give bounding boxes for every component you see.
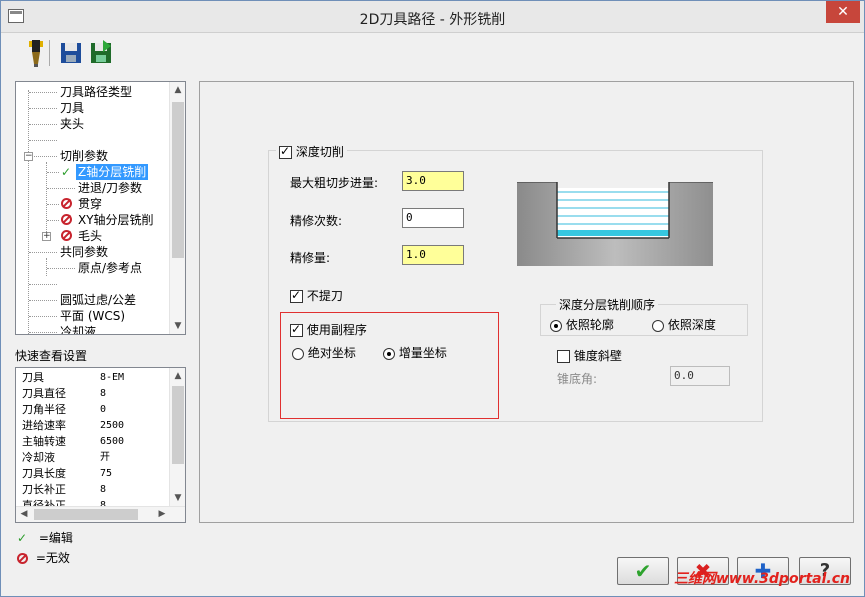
by-contour-row[interactable]: 依照轮廓 <box>550 316 614 333</box>
incremental-coord-row[interactable]: 增量坐标 <box>383 344 447 361</box>
qv-row: 刀具长度 75 <box>22 467 113 480</box>
incremental-coord-radio[interactable] <box>383 347 395 360</box>
scroll-down-icon[interactable]: ▼ <box>170 318 185 334</box>
scroll-up-icon[interactable]: ▲ <box>170 82 185 98</box>
no-lift-label: 不提刀 <box>306 289 343 303</box>
by-contour-label: 依照轮廓 <box>565 318 614 332</box>
save-icon[interactable] <box>59 38 83 68</box>
scroll-thumb[interactable] <box>172 386 184 464</box>
taper-angle-label: 锥底角: <box>557 372 598 386</box>
incremental-coord-label: 增量坐标 <box>398 346 447 360</box>
taper-label: 锥度斜壁 <box>573 349 622 363</box>
tree-item-holder[interactable]: 夹头 <box>60 116 84 132</box>
tree-item-coolant[interactable]: 冷却液 <box>60 324 96 334</box>
depth-cut-checkbox[interactable] <box>279 145 292 159</box>
quick-view-title: 快速查看设置 <box>15 349 88 363</box>
scroll-thumb[interactable] <box>172 102 184 258</box>
toolbar <box>1 34 864 74</box>
tree-item-common-params[interactable]: 共同参数 <box>60 244 108 260</box>
disabled-icon <box>61 198 72 209</box>
cut-order-title: 深度分层铣削顺序 <box>556 296 659 313</box>
title-bar: 2D刀具路径 - 外形铣削 ✕ <box>1 1 864 33</box>
qv-row: 刀长补正 8 <box>22 483 107 496</box>
window-title: 2D刀具路径 - 外形铣削 <box>359 12 506 28</box>
by-contour-radio[interactable] <box>550 319 562 332</box>
tree-item-home-ref[interactable]: 原点/参考点 <box>78 260 142 276</box>
taper-row[interactable]: 锥度斜壁 <box>557 347 622 364</box>
tree-scrollbar[interactable]: ▲ ▼ <box>169 82 185 334</box>
parameter-tree[interactable]: 刀具路径类型 刀具 夹头 − 切削参数 ✓ Z轴分层铣削 进退/刀参数 贯穿 X… <box>15 81 186 335</box>
subprogram-label: 使用副程序 <box>306 323 367 337</box>
tree-item-lead-in-out[interactable]: 进退/刀参数 <box>78 180 142 196</box>
qv-hscrollbar[interactable]: ◀ ▶ <box>16 506 185 522</box>
tree-item-arc-filter[interactable]: 圆弧过虑/公差 <box>60 292 136 308</box>
ok-button[interactable]: ✔ <box>617 557 669 585</box>
save-all-icon[interactable] <box>89 38 113 68</box>
qv-vscrollbar[interactable]: ▲ ▼ <box>169 368 185 506</box>
tree-item-z-depth-cut[interactable]: Z轴分层铣削 <box>76 164 149 180</box>
main-panel: 深度切削 最大粗切步进量: 3.0 精修次数: 0 精修量: 1.0 不提刀 使… <box>199 81 854 523</box>
tree-item-cut-params[interactable]: 切削参数 <box>60 148 108 164</box>
taper-angle-input[interactable]: 0.0 <box>670 366 730 386</box>
max-rough-label: 最大粗切步进量: <box>290 176 379 190</box>
taper-checkbox[interactable] <box>557 350 570 363</box>
qv-row: 刀角半径 0 <box>22 403 107 416</box>
scroll-left-icon[interactable]: ◀ <box>16 507 32 522</box>
legend-edit: ✓ =编辑 <box>17 531 73 545</box>
no-lift-checkbox[interactable] <box>290 289 303 303</box>
qv-row: 冷却液开 <box>22 451 110 464</box>
tree-item-xy-cut[interactable]: XY轴分层铣削 <box>78 212 154 228</box>
absolute-coord-radio[interactable] <box>292 347 304 360</box>
check-icon: ✓ <box>61 165 72 179</box>
scroll-right-icon[interactable]: ▶ <box>154 507 170 522</box>
no-lift-row[interactable]: 不提刀 <box>290 287 343 304</box>
max-rough-input[interactable]: 3.0 <box>402 171 464 191</box>
finish-amount-input[interactable]: 1.0 <box>402 245 464 265</box>
legend-disabled: =无效 <box>17 549 70 567</box>
disabled-icon <box>61 230 72 241</box>
close-button[interactable]: ✕ <box>826 1 860 23</box>
tree-item-tabs[interactable]: 毛头 <box>78 228 102 244</box>
absolute-coord-row[interactable]: 绝对坐标 <box>292 344 356 361</box>
subprogram-checkbox[interactable] <box>290 323 303 337</box>
finish-count-input[interactable]: 0 <box>402 208 464 228</box>
qv-row: 主轴转速 6500 <box>22 435 125 448</box>
absolute-coord-label: 绝对坐标 <box>307 346 356 360</box>
tree-item-toolpath-type[interactable]: 刀具路径类型 <box>60 84 132 100</box>
qv-row: 刀具 8-EM <box>22 371 125 384</box>
scroll-down-icon[interactable]: ▼ <box>170 490 185 506</box>
subprogram-row[interactable]: 使用副程序 <box>290 321 367 338</box>
watermark-text: 三维网www.3dportal.cn <box>673 571 850 587</box>
expand-tabs-icon[interactable]: + <box>42 232 51 241</box>
dialog-window: 2D刀具路径 - 外形铣削 ✕ 刀具路径类型 刀具 夹头 − 切削参数 ✓ Z轴… <box>0 0 865 597</box>
check-icon: ✓ <box>17 531 28 545</box>
by-depth-row[interactable]: 依照深度 <box>652 316 716 333</box>
depth-cut-label: 深度切削 <box>295 145 344 159</box>
tool-icon[interactable] <box>23 38 47 68</box>
depth-preview-image <box>517 181 713 266</box>
finish-amount-label: 精修量: <box>290 251 331 265</box>
by-depth-label: 依照深度 <box>667 318 716 332</box>
depth-cut-checkbox-row[interactable]: 深度切削 <box>276 143 347 160</box>
collapse-cut-params-icon[interactable]: − <box>24 152 33 161</box>
finish-count-label: 精修次数: <box>290 214 343 228</box>
disabled-icon <box>17 553 28 564</box>
disabled-icon <box>61 214 72 225</box>
qv-row: 进给速率 2500 <box>22 419 125 432</box>
qv-row: 刀具直径 8 <box>22 387 107 400</box>
toolbar-separator <box>49 40 50 66</box>
scroll-thumb[interactable] <box>34 509 138 520</box>
scroll-up-icon[interactable]: ▲ <box>170 368 185 384</box>
by-depth-radio[interactable] <box>652 319 664 332</box>
tree-item-plane[interactable]: 平面 (WCS) <box>60 308 125 324</box>
tree-item-break-through[interactable]: 贯穿 <box>78 196 102 212</box>
tree-item-tool[interactable]: 刀具 <box>60 100 84 116</box>
quick-view-panel[interactable]: 刀具 8-EM 刀具直径 8 刀角半径 0 进给速率 2500 主轴转速 6500 冷却液… <box>15 367 186 523</box>
